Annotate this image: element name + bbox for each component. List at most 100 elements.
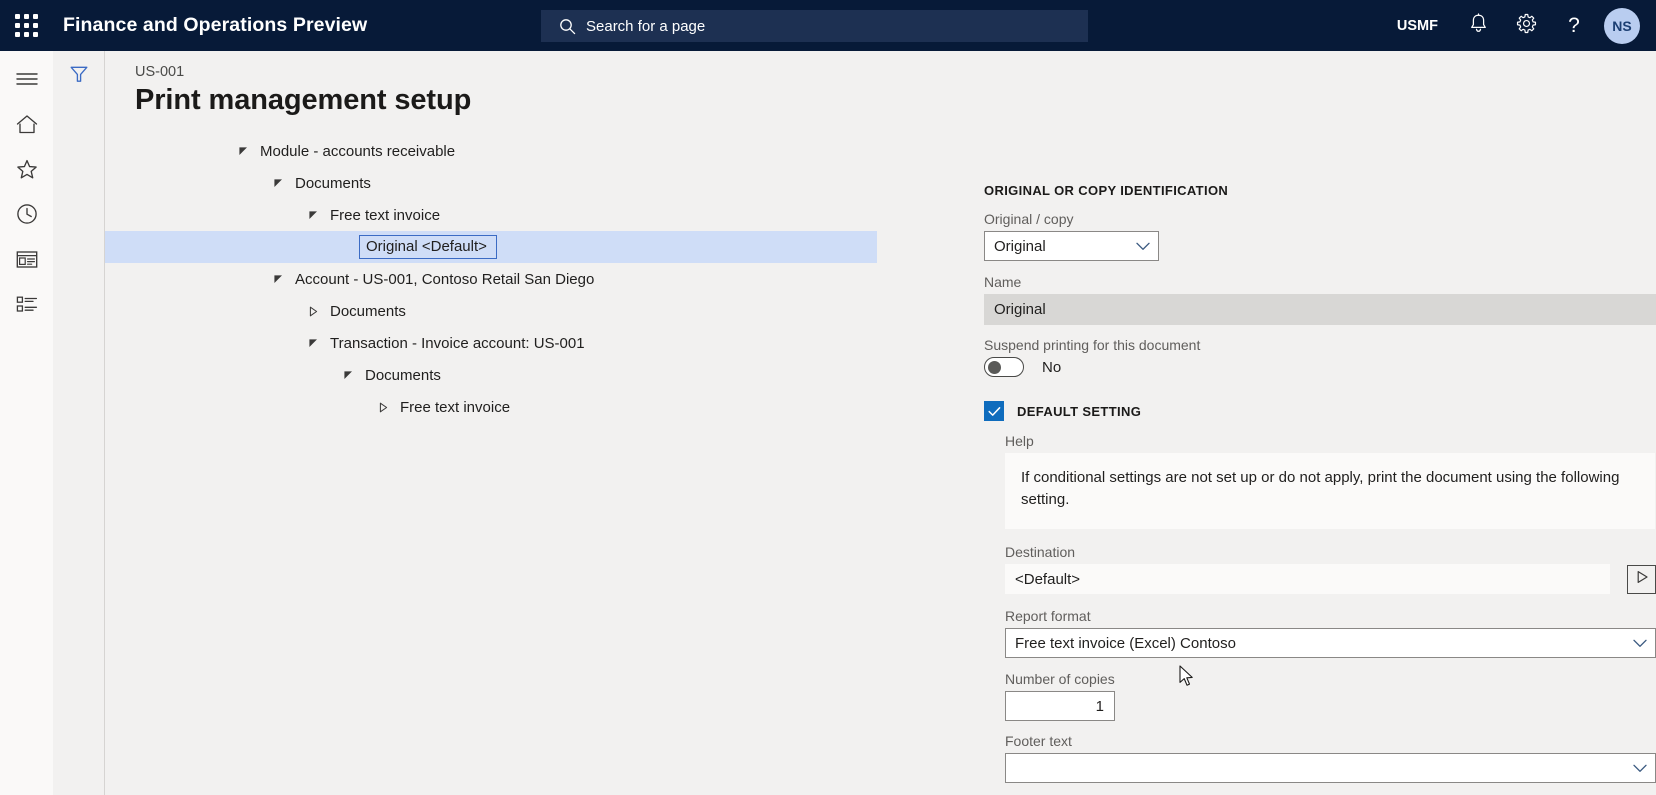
suspend-printing-toggle-row: No — [984, 357, 1324, 377]
sidebar-item-modules[interactable] — [0, 284, 53, 329]
original-copy-label: Original / copy — [984, 211, 1074, 227]
tree-expand-arrow-expanded-icon[interactable] — [233, 135, 253, 167]
tree-expand-arrow-expanded-icon[interactable] — [268, 263, 288, 295]
home-icon — [16, 114, 38, 140]
tree-node-label: Documents — [295, 174, 371, 192]
modules-list-icon — [16, 295, 38, 319]
destination-run-button[interactable] — [1627, 564, 1656, 594]
chevron-down-icon — [1625, 764, 1655, 773]
number-of-copies-field: Number of copies 1 — [1005, 671, 1115, 721]
footer-text-input[interactable] — [1005, 753, 1656, 783]
help-field: Help If conditional settings are not set… — [1005, 433, 1655, 529]
tree-expand-arrow-expanded-icon[interactable] — [303, 199, 323, 231]
number-of-copies-label: Number of copies — [1005, 671, 1115, 687]
tree-node[interactable]: Free text invoice — [105, 199, 877, 231]
main-content: US-001 Print management setup Module - a… — [105, 51, 1656, 795]
sidebar-item-home[interactable] — [0, 104, 53, 149]
tree-node[interactable]: Documents — [105, 167, 877, 199]
details-panel: ORIGINAL OR COPY IDENTIFICATION Original… — [877, 126, 1656, 795]
app-launcher-button[interactable] — [0, 0, 52, 51]
hamburger-menu-icon — [15, 71, 38, 92]
section-title-identification: ORIGINAL OR COPY IDENTIFICATION — [984, 183, 1229, 198]
tree-expand-arrow-expanded-icon[interactable] — [338, 359, 358, 391]
suspend-printing-state: No — [1042, 358, 1062, 376]
tree-node-label: Documents — [330, 302, 406, 320]
tree-node-label: Documents — [365, 366, 441, 384]
report-format-value: Free text invoice (Excel) Contoso — [1015, 634, 1236, 652]
workspaces-icon — [16, 250, 38, 274]
page-title: Print management setup — [135, 84, 472, 116]
destination-field: Destination <Default> — [1005, 544, 1656, 594]
chevron-down-icon — [1625, 639, 1655, 648]
help-text: If conditional settings are not set up o… — [1005, 453, 1655, 529]
search-box[interactable]: Search for a page — [541, 10, 1088, 42]
tree-expand-arrow-collapsed-icon[interactable] — [373, 391, 393, 423]
original-copy-value: Original — [994, 237, 1046, 255]
destination-value[interactable]: <Default> — [1005, 564, 1610, 594]
tree-node-label: Free text invoice — [330, 206, 441, 224]
suspend-printing-toggle[interactable] — [984, 357, 1024, 377]
search-icon — [559, 18, 576, 35]
help-label: Help — [1005, 433, 1034, 449]
sidebar-item-favorites[interactable] — [0, 149, 53, 194]
tree-node-label: Free text invoice — [400, 398, 511, 416]
question-mark-icon: ? — [1568, 14, 1580, 37]
default-setting-header[interactable]: DEFAULT SETTING — [984, 401, 1141, 421]
sidebar-item-hamburger-menu[interactable] — [0, 59, 53, 104]
name-value: Original — [984, 294, 1656, 325]
top-navigation-bar: Finance and Operations Preview Search fo… — [0, 0, 1656, 51]
footer-text-field: Footer text — [1005, 733, 1656, 783]
sidebar-item-workspaces[interactable] — [0, 239, 53, 284]
print-management-tree: Module - accounts receivable Documents Fre… — [105, 135, 877, 423]
check-icon — [987, 406, 1000, 416]
app-title: Finance and Operations Preview — [63, 14, 368, 36]
default-setting-checkbox[interactable] — [984, 401, 1004, 421]
top-bar-right-group: USMF ? NS — [1381, 0, 1656, 51]
clock-icon — [16, 203, 38, 230]
toggle-knob — [988, 361, 1001, 374]
destination-label: Destination — [1005, 544, 1076, 560]
footer-text-label: Footer text — [1005, 733, 1072, 749]
chevron-down-icon — [1128, 242, 1158, 251]
left-navigation-rail — [0, 51, 53, 795]
tree-node[interactable]: Account - US-001, Contoso Retail San Die… — [105, 263, 877, 295]
star-icon — [16, 159, 38, 185]
filter-pane — [53, 51, 105, 795]
search-input[interactable]: Search for a page — [586, 18, 705, 35]
tree-expand-arrow-expanded-icon[interactable] — [303, 327, 323, 359]
tree-node[interactable]: Documents — [105, 359, 877, 391]
tree-node-label: Account - US-001, Contoso Retail San Die… — [295, 270, 595, 288]
original-copy-field: Original / copy Original — [984, 211, 1159, 261]
tree-node-label: Module - accounts receivable — [260, 142, 456, 160]
report-format-select[interactable]: Free text invoice (Excel) Contoso — [1005, 628, 1656, 658]
number-of-copies-input[interactable]: 1 — [1005, 691, 1115, 721]
breadcrumb: US-001 — [135, 64, 185, 80]
tree-node[interactable]: Documents — [105, 295, 877, 327]
default-setting-label: DEFAULT SETTING — [1017, 403, 1142, 419]
company-selector[interactable]: USMF — [1381, 18, 1454, 34]
tree-node[interactable]: Original <Default> — [105, 231, 877, 263]
tree-node-label: Original <Default> — [359, 234, 497, 260]
report-format-field: Report format Free text invoice (Excel) … — [1005, 608, 1656, 658]
tree-expand-arrow-collapsed-icon[interactable] — [303, 295, 323, 327]
help-button[interactable]: ? — [1550, 0, 1598, 51]
tree-leaf-spacer — [338, 231, 358, 263]
tree-node-label: Transaction - Invoice account: US-001 — [330, 334, 585, 352]
tree-node[interactable]: Transaction - Invoice account: US-001 — [105, 327, 877, 359]
name-label: Name — [984, 274, 1022, 290]
show-filters-button[interactable] — [62, 61, 96, 91]
settings-button[interactable] — [1502, 0, 1550, 51]
avatar[interactable]: NS — [1604, 7, 1640, 44]
bell-icon — [1469, 12, 1488, 39]
play-triangle-icon — [1635, 570, 1649, 589]
suspend-printing-label: Suspend printing for this document — [984, 337, 1201, 353]
tree-node[interactable]: Free text invoice — [105, 391, 877, 423]
destination-row: <Default> — [1005, 564, 1656, 594]
original-copy-select[interactable]: Original — [984, 231, 1159, 261]
tree-node[interactable]: Module - accounts receivable — [105, 135, 877, 167]
name-field: Name Original — [984, 274, 1656, 325]
tree-expand-arrow-expanded-icon[interactable] — [268, 167, 288, 199]
filter-funnel-icon — [69, 64, 89, 89]
sidebar-item-recent[interactable] — [0, 194, 53, 239]
notifications-button[interactable] — [1454, 0, 1502, 51]
